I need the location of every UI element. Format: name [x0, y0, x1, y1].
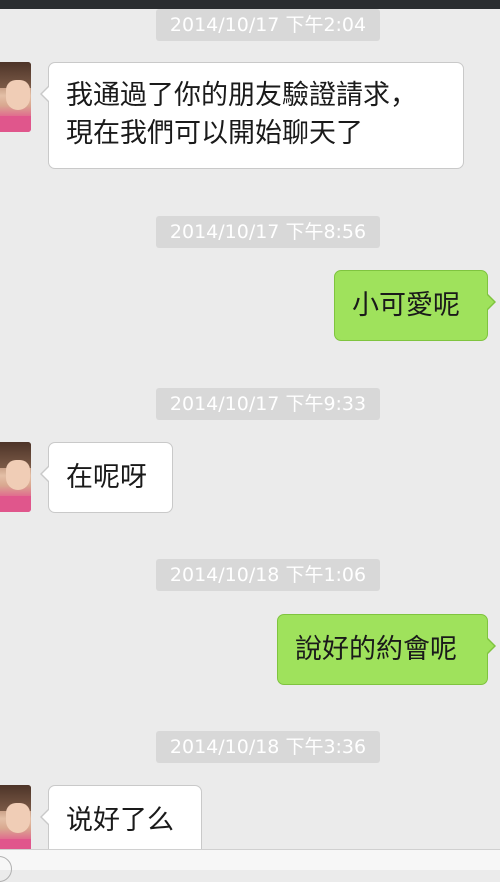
avatar-face [6, 80, 30, 110]
message-text-line: 現在我們可以開始聊天了 [66, 118, 363, 149]
voice-toggle-icon[interactable] [0, 856, 12, 882]
avatar-shirt [0, 496, 31, 512]
status-bar [0, 0, 500, 9]
incoming-message-bubble[interactable]: 在呢呀 [40, 442, 173, 513]
outgoing-message-bubble[interactable]: 說好的約會呢 [277, 614, 496, 685]
outgoing-message-bubble[interactable]: 小可愛呢 [334, 270, 496, 341]
timestamp-label: 2014/10/17 下午9:33 [156, 388, 380, 420]
timestamp-label: 2014/10/17 下午2:04 [156, 9, 380, 41]
timestamp-label: 2014/10/18 下午1:06 [156, 559, 380, 591]
timestamp-label: 2014/10/17 下午8:56 [156, 216, 380, 248]
message-text: 說好的約會呢 [295, 634, 457, 665]
avatar-face [6, 460, 30, 490]
message-text: 在呢呀 [66, 462, 147, 493]
contact-avatar[interactable] [0, 785, 31, 849]
chat-message-list[interactable]: 2014/10/17 下午2:04 我通過了你的朋友驗證請求， 現在我們可以開始… [0, 9, 500, 849]
avatar-face [6, 803, 30, 833]
contact-avatar[interactable] [0, 62, 31, 132]
message-text-line: 我通過了你的朋友驗證請求， [66, 80, 417, 111]
message-text: 说好了么 [66, 805, 174, 836]
avatar-shirt [0, 839, 31, 849]
avatar-shirt [0, 116, 31, 132]
timestamp-label: 2014/10/18 下午3:36 [156, 731, 380, 763]
message-text: 小可愛呢 [352, 290, 460, 321]
incoming-message-bubble[interactable]: 我通過了你的朋友驗證請求， 現在我們可以開始聊天了 [40, 62, 464, 169]
message-input-bar[interactable] [0, 849, 500, 882]
incoming-message-bubble[interactable]: 说好了么 [40, 785, 202, 849]
contact-avatar[interactable] [0, 442, 31, 512]
